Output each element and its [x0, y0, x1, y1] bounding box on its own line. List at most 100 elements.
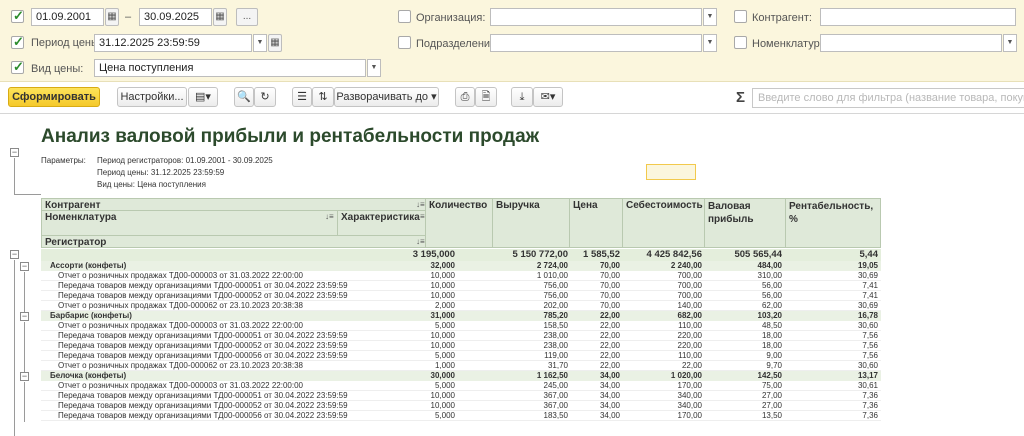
group-row[interactable]: Барбарис (конфеты) 31,000 785,20 22,00 682,0… — [41, 311, 881, 321]
collapse-group-icon[interactable]: − — [20, 262, 29, 271]
document-row-price: 34,00 — [599, 411, 620, 420]
group-row-label: Белочка (конфеты) — [50, 371, 127, 380]
counterparty-checkbox[interactable] — [734, 10, 747, 23]
nomenclature-dropdown-icon[interactable]: ▼ — [1003, 34, 1017, 52]
department-field[interactable] — [490, 34, 702, 52]
price-period-checkbox[interactable] — [11, 34, 24, 50]
organization-checkbox[interactable] — [398, 10, 411, 23]
group-row[interactable]: Ассорти (конфеты) 32,000 2 724,00 70,00 2 24… — [41, 261, 881, 271]
document-row-revenue: 756,00 — [543, 281, 568, 290]
print-preview-icon[interactable]: 🗎 — [475, 87, 497, 107]
document-row-cost: 220,00 — [677, 341, 702, 350]
group-row[interactable]: Белочка (конфеты) 30,000 1 162,50 34,00 1 02… — [41, 371, 881, 381]
header-profitability[interactable]: Рентабельность, % — [785, 198, 881, 248]
price-period-field[interactable]: 31.12.2025 23:59:59 — [94, 34, 252, 52]
header-quantity[interactable]: Количество — [425, 198, 493, 248]
variant-menu-icon[interactable]: ▤▾ — [188, 87, 218, 107]
sort-icon[interactable]: ↓≡ — [416, 200, 425, 209]
calendar-to-icon[interactable]: ▦ — [213, 8, 227, 26]
document-row[interactable]: Передача товаров между организациями ТД0… — [41, 351, 881, 361]
calendar-from-icon[interactable]: ▦ — [105, 8, 119, 26]
search-next-icon[interactable]: ↻ — [254, 87, 276, 107]
document-row[interactable]: Передача товаров между организациями ТД0… — [41, 341, 881, 351]
nomenclature-field[interactable] — [820, 34, 1002, 52]
department-checkbox[interactable] — [398, 36, 411, 49]
date-to-field[interactable]: 30.09.2025 — [139, 8, 212, 26]
price-period-label: Период цены: — [31, 37, 102, 49]
header-characteristic[interactable]: Характеристика — [337, 210, 426, 236]
collapse-total-icon[interactable]: − — [10, 250, 19, 259]
group-row-cost: 1 020,00 — [670, 371, 702, 380]
group-row-revenue: 2 724,00 — [536, 261, 568, 270]
organization-field[interactable] — [490, 8, 702, 26]
department-dropdown-icon[interactable]: ▼ — [703, 34, 717, 52]
search-icon[interactable]: 🔍 — [234, 87, 254, 107]
filter-input[interactable]: Введите слово для фильтра (название това… — [752, 88, 1024, 108]
organization-dropdown-icon[interactable]: ▼ — [703, 8, 717, 26]
generate-button[interactable]: Сформировать — [8, 87, 100, 107]
document-row-quantity: 5,000 — [434, 321, 455, 330]
department-label: Подразделение: — [416, 38, 500, 50]
counterparty-field[interactable] — [820, 8, 1016, 26]
period-checkbox[interactable] — [11, 8, 24, 24]
header-price[interactable]: Цена — [569, 198, 623, 248]
document-row[interactable]: Отчет о розничных продажах ТД00-000003 о… — [41, 381, 881, 391]
document-row[interactable]: Передача товаров между организациями ТД0… — [41, 391, 881, 401]
document-row-label: Передача товаров между организациями ТД0… — [58, 391, 348, 400]
document-row[interactable]: Передача товаров между организациями ТД0… — [41, 411, 881, 421]
sort-icon[interactable]: ↓≡ — [416, 212, 425, 221]
organization-label: Организация: — [416, 12, 486, 24]
document-row-quantity: 5,000 — [434, 381, 455, 390]
document-row-price: 22,00 — [599, 361, 620, 370]
settings-button[interactable]: Настройки... — [117, 87, 187, 107]
document-row-cost: 110,00 — [678, 351, 702, 360]
price-type-field[interactable]: Цена поступления — [94, 59, 366, 77]
document-row-price: 22,00 — [599, 331, 620, 340]
header-revenue[interactable]: Выручка — [492, 198, 570, 248]
price-type-checkbox[interactable] — [11, 59, 24, 75]
total-row-revenue: 5 150 772,00 — [512, 249, 568, 260]
document-row[interactable]: Передача товаров между организациями ТД0… — [41, 291, 881, 301]
document-row[interactable]: Передача товаров между организациями ТД0… — [41, 281, 881, 291]
expand-to-button[interactable]: Разворачивать до ▾ — [334, 87, 439, 107]
document-row[interactable]: Отчет о розничных продажах ТД00-000062 о… — [41, 361, 881, 371]
document-row-quantity: 10,000 — [430, 391, 455, 400]
price-type-dropdown-icon[interactable]: ▼ — [367, 59, 381, 77]
total-row-gross: 505 565,44 — [734, 249, 782, 260]
document-row[interactable]: Передача товаров между организациями ТД0… — [41, 331, 881, 341]
header-cost[interactable]: Себестоимость — [622, 198, 705, 248]
date-from-field[interactable]: 01.09.2001 — [31, 8, 104, 26]
save-icon[interactable]: ⤓ — [511, 87, 533, 107]
document-row[interactable]: Отчет о розничных продажах ТД00-000003 о… — [41, 321, 881, 331]
document-row-label: Отчет о розничных продажах ТД00-000062 о… — [58, 301, 303, 310]
header-gross-profit[interactable]: Валовая прибыль — [704, 198, 786, 248]
collapse-header-icon[interactable]: − — [10, 148, 19, 157]
sum-icon[interactable]: Σ — [736, 89, 745, 106]
header-registrar[interactable]: Регистратор — [41, 235, 426, 248]
total-row[interactable]: 3 195,000 5 150 772,00 1 585,52 4 425 842,5… — [41, 249, 881, 261]
group-row-quantity: 30,000 — [430, 371, 455, 380]
nomenclature-checkbox[interactable] — [734, 36, 747, 49]
price-period-calendar-icon[interactable]: ▦ — [268, 34, 282, 52]
header-nomenclature[interactable]: Номенклатура — [41, 210, 338, 236]
group-collapse-icon[interactable]: ☰ — [292, 87, 312, 107]
sort-icon[interactable]: ↓≡ — [416, 237, 425, 246]
document-row-quantity: 10,000 — [430, 401, 455, 410]
document-row[interactable]: Передача товаров между организациями ТД0… — [41, 401, 881, 411]
document-row-price: 34,00 — [599, 401, 620, 410]
group-expand-icon[interactable]: ⇅ — [312, 87, 334, 107]
group-row-price: 34,00 — [599, 371, 620, 380]
email-icon[interactable]: ✉▾ — [533, 87, 563, 107]
period-select-button[interactable]: ... — [236, 8, 258, 26]
document-row-cost: 220,00 — [677, 331, 702, 340]
price-period-dropdown-icon[interactable]: ▼ — [253, 34, 267, 52]
collapse-group-icon[interactable]: − — [20, 372, 29, 381]
collapse-group-icon[interactable]: − — [20, 312, 29, 321]
print-icon[interactable]: ⎙ — [455, 87, 475, 107]
document-row[interactable]: Отчет о розничных продажах ТД00-000003 о… — [41, 271, 881, 281]
group-row-cost: 2 240,00 — [670, 261, 702, 270]
document-row[interactable]: Отчет о розничных продажах ТД00-000062 о… — [41, 301, 881, 311]
group-row-profit: 13,17 — [857, 371, 878, 380]
document-row-profit: 7,56 — [862, 351, 878, 360]
sort-icon[interactable]: ↓≡ — [325, 212, 334, 221]
